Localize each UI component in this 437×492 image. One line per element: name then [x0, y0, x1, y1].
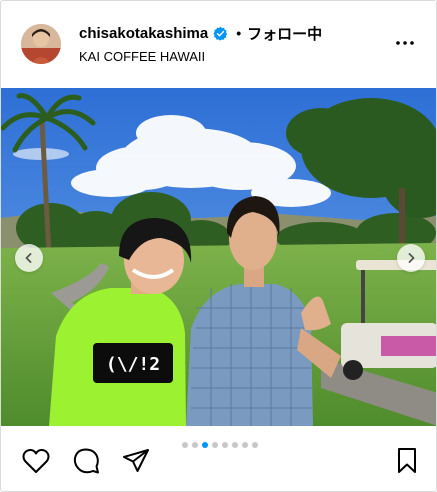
chevron-right-icon — [408, 253, 415, 263]
carousel-indicator — [1, 442, 436, 448]
more-options-icon — [396, 41, 414, 45]
username-row: chisakotakashima • フォロー中 — [79, 23, 322, 43]
share-icon — [123, 449, 149, 472]
post-media[interactable]: (\/!2 — [1, 88, 436, 426]
following-button[interactable]: フォロー中 — [247, 23, 322, 44]
separator-dot: • — [236, 25, 242, 41]
username[interactable]: chisakotakashima — [79, 25, 208, 42]
carousel-dot — [221, 442, 228, 448]
location-link[interactable]: KAI COFFEE HAWAII — [79, 49, 205, 64]
carousel-dot — [231, 442, 238, 448]
carousel-dot — [211, 442, 218, 448]
carousel-dot — [191, 442, 198, 448]
carousel-dot — [181, 442, 188, 448]
chevron-left-icon — [25, 253, 32, 263]
post-actions — [1, 427, 436, 491]
carousel-dot — [251, 442, 258, 448]
instagram-post: chisakotakashima • フォロー中 KAI COFFEE HAWA… — [0, 0, 437, 492]
bookmark-icon — [398, 448, 416, 473]
verified-badge-icon — [213, 26, 228, 41]
carousel-dot — [241, 442, 248, 448]
carousel-dot-active — [201, 442, 208, 448]
carousel-prev-button[interactable] — [15, 244, 43, 272]
carousel-next-button[interactable] — [397, 244, 425, 272]
avatar[interactable] — [21, 24, 61, 64]
save-button[interactable] — [391, 445, 423, 477]
share-button[interactable] — [120, 445, 152, 477]
avatar-image — [21, 24, 61, 64]
heart-icon — [22, 449, 50, 473]
like-button[interactable] — [20, 445, 52, 477]
post-header: chisakotakashima • フォロー中 KAI COFFEE HAWA… — [1, 1, 436, 85]
comment-icon — [73, 448, 99, 474]
comment-button[interactable] — [70, 445, 102, 477]
more-options-button[interactable] — [393, 33, 417, 53]
post-photo: (\/!2 — [1, 88, 436, 426]
shirt-print-text: (\/!2 — [106, 354, 160, 375]
